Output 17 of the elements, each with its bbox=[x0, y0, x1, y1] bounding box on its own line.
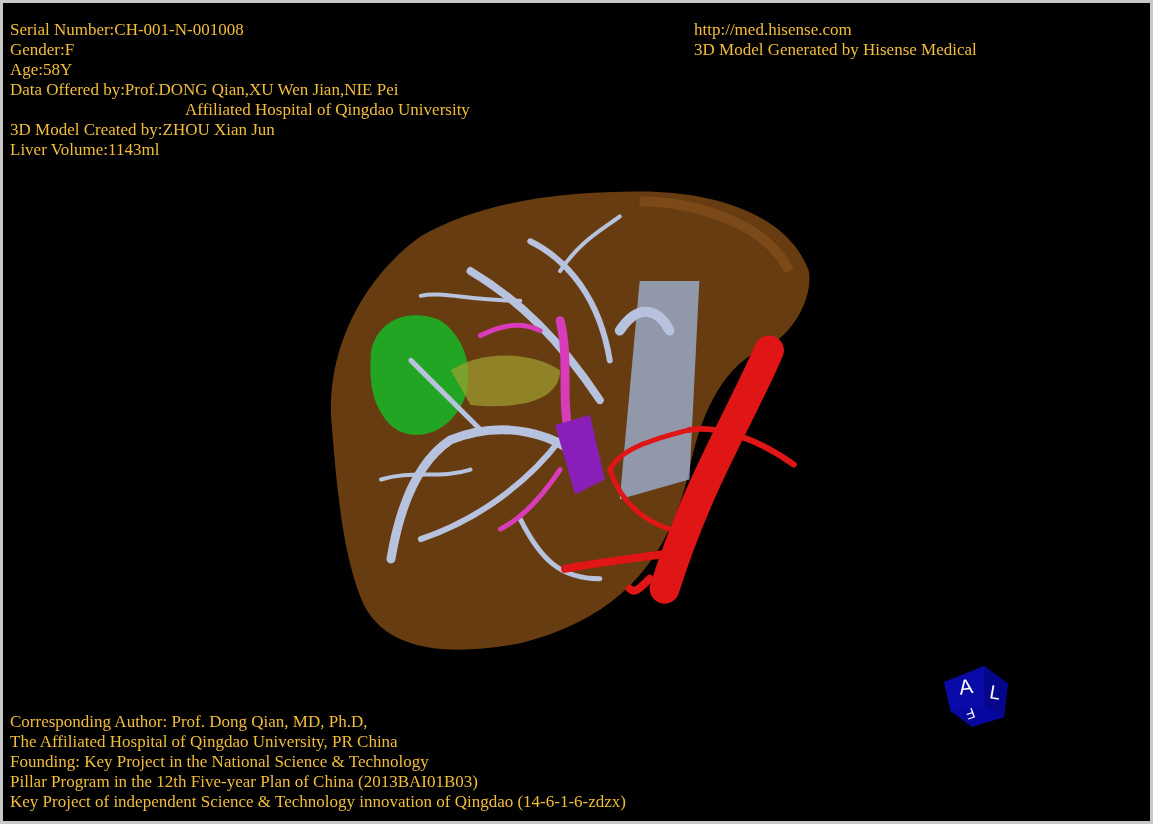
info-text: Gender:F bbox=[10, 40, 75, 60]
cube-face-label: F bbox=[963, 704, 978, 723]
info-text: 3D Model Created by:ZHOU Xian Jun bbox=[10, 120, 275, 140]
cube-face-label: L bbox=[988, 681, 1003, 704]
cube-face-label: A bbox=[957, 673, 975, 699]
credit-text: Founding: Key Project in the National Science & Technology bbox=[10, 752, 429, 772]
credit-text: Corresponding Author: Prof. Dong Qian, MD, Ph.D, bbox=[10, 712, 368, 732]
info-text: Serial Number:CH-001-N-001008 bbox=[10, 20, 244, 40]
info-text: Liver Volume:1143ml bbox=[10, 140, 160, 160]
info-text: Data Offered by:Prof.DONG Qian,XU Wen Jian,NIE Pei bbox=[10, 80, 399, 100]
info-text: Age:58Y bbox=[10, 60, 73, 80]
info-text: Affiliated Hospital of Qingdao University bbox=[185, 100, 470, 120]
credit-text: Key Project of independent Science & Technology innovation of Qingdao (14-6-1-6-zdzx) bbox=[10, 792, 626, 812]
credit-text: The Affiliated Hospital of Qingdao University, PR China bbox=[10, 732, 398, 752]
credit-text: Pillar Program in the 12th Five-year Plan of China (2013BAI01B03) bbox=[10, 772, 478, 792]
vendor-text: http://med.hisense.com bbox=[694, 20, 852, 40]
vendor-text: 3D Model Generated by Hisense Medical bbox=[694, 40, 977, 60]
